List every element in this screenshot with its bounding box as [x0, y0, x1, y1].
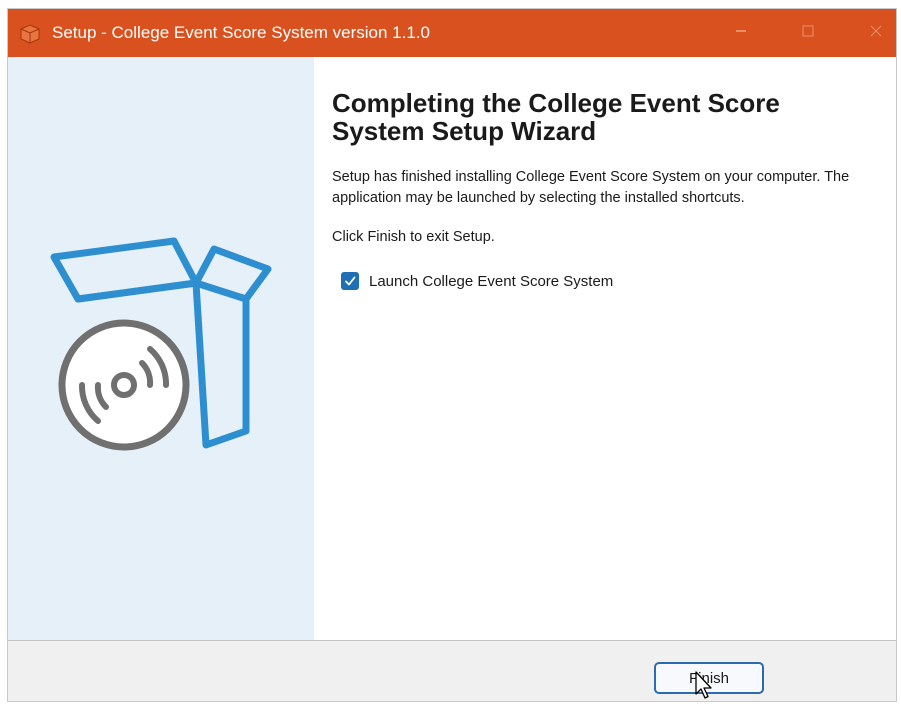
close-icon — [870, 24, 882, 42]
open-box-with-disc-icon — [46, 235, 286, 470]
wizard-content: Completing the College Event Score Syste… — [314, 57, 896, 640]
exit-instruction: Click Finish to exit Setup. — [332, 229, 495, 245]
window-title: Setup - College Event Score System versi… — [52, 23, 430, 42]
launch-app-label[interactable]: Launch College Event Score System — [369, 273, 613, 290]
launch-app-checkbox-row[interactable]: Launch College Event Score System — [341, 270, 613, 292]
maximize-button[interactable] — [785, 9, 831, 57]
wizard-side-panel — [8, 57, 314, 640]
minimize-icon — [735, 24, 747, 42]
setup-box-icon — [18, 21, 42, 45]
title-bar[interactable]: Setup - College Event Score System versi… — [8, 9, 896, 57]
checkmark-icon — [345, 276, 356, 286]
minimize-button[interactable] — [718, 9, 764, 57]
wizard-footer: Finish — [8, 640, 896, 701]
launch-app-checkbox[interactable] — [341, 272, 359, 290]
maximize-icon — [802, 24, 814, 42]
close-button[interactable] — [853, 9, 896, 57]
finished-message: Setup has finished installing College Ev… — [332, 169, 850, 206]
page-title: Completing the College Event Score Syste… — [332, 88, 780, 146]
setup-wizard-window: Setup - College Event Score System versi… — [7, 8, 897, 702]
finish-button[interactable]: Finish — [654, 662, 764, 694]
